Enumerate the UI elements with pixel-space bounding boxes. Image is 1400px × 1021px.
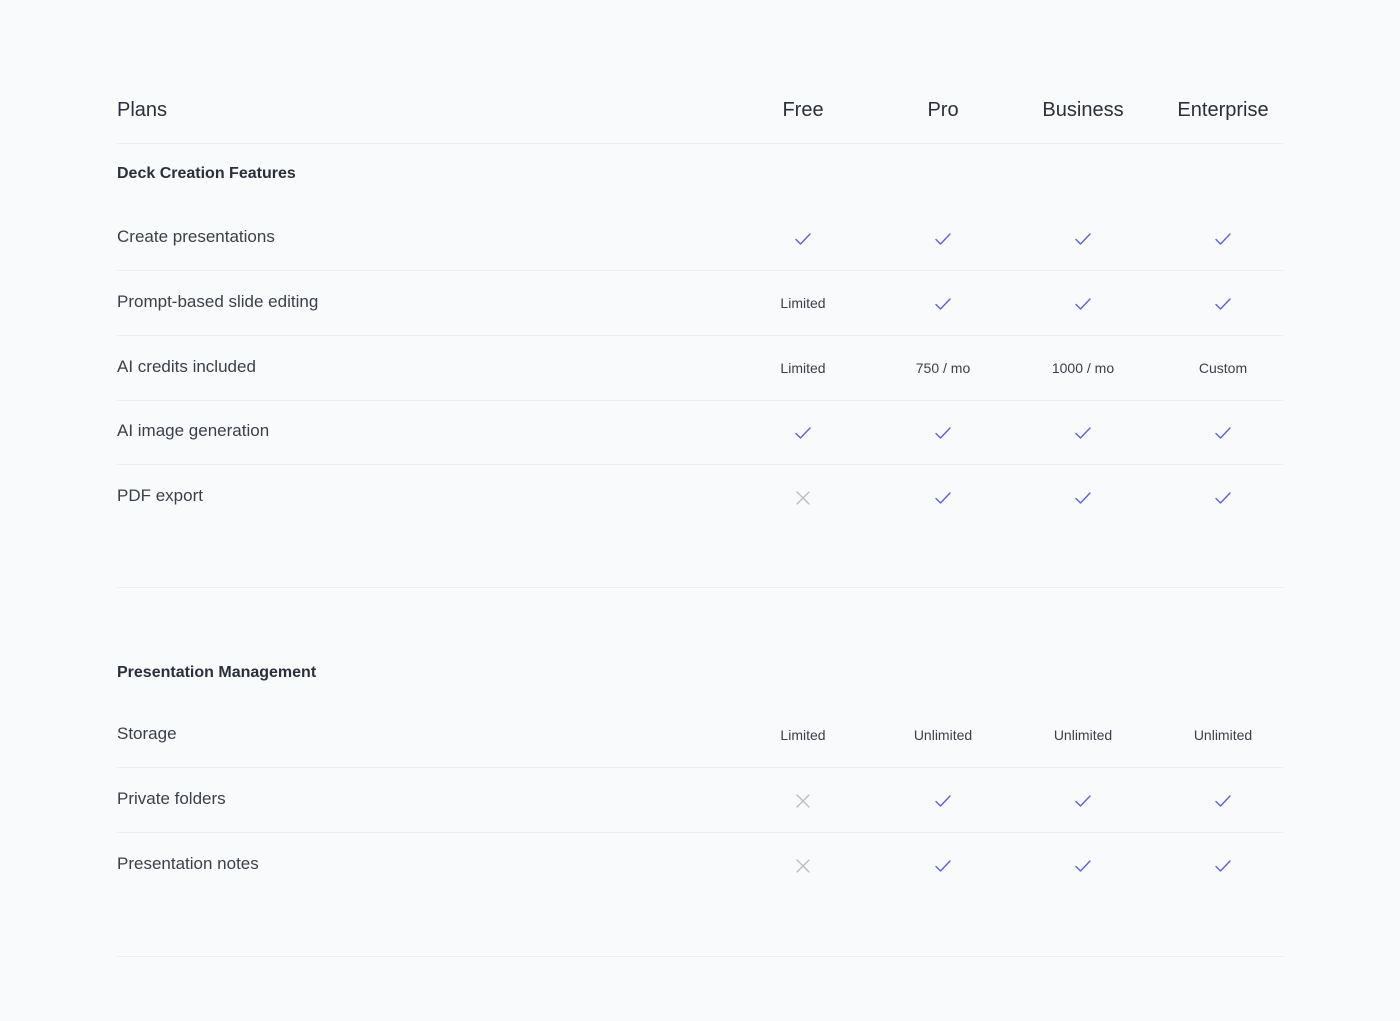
feature-label: Prompt-based slide editing	[117, 292, 319, 311]
check-icon	[1075, 795, 1091, 807]
plan-cell-enterprise: Unlimited	[1193, 727, 1253, 743]
section-title-presentation-management: Presentation Management	[117, 664, 317, 681]
plan-cell-free	[733, 486, 873, 508]
check-icon	[1215, 233, 1231, 245]
section-divider	[117, 587, 1284, 588]
feature-row: Private folders	[117, 767, 1284, 833]
plan-cell-enterprise: Custom	[1198, 360, 1248, 376]
check-icon	[1215, 795, 1231, 807]
feature-row: Presentation notes	[117, 832, 1284, 897]
check-icon	[1075, 298, 1091, 310]
plan-cell-business	[1013, 854, 1153, 876]
plan-header-pro: Pro	[927, 99, 959, 121]
plan-cell-business	[1013, 789, 1153, 811]
cross-icon	[796, 794, 810, 808]
feature-row: PDF export	[117, 464, 1284, 529]
check-icon	[935, 860, 951, 872]
plan-cell-free	[733, 789, 873, 811]
check-icon	[1215, 860, 1231, 872]
plan-cell-business: Unlimited	[1053, 727, 1113, 743]
feature-label: Storage	[117, 724, 177, 743]
check-icon	[1215, 298, 1231, 310]
plan-cell-pro	[873, 486, 1013, 508]
feature-label: Create presentations	[117, 227, 275, 246]
pricing-comparison-page: Plans Free Pro Business Enterprise Deck …	[0, 0, 1400, 1021]
plan-header-business: Business	[1042, 99, 1124, 121]
plan-cell-free	[733, 227, 873, 249]
plan-cell-free: Limited	[780, 295, 826, 311]
plan-cell-enterprise	[1153, 227, 1293, 249]
section-title-deck-creation: Deck Creation Features	[117, 165, 296, 182]
plan-cell-free: Limited	[780, 727, 826, 743]
plan-cell-pro	[873, 854, 1013, 876]
plan-header-enterprise: Enterprise	[1177, 99, 1269, 121]
section-divider	[117, 956, 1284, 957]
feature-label: Private folders	[117, 789, 226, 808]
check-icon	[935, 795, 951, 807]
plan-cell-business	[1013, 421, 1153, 443]
feature-label: AI credits included	[117, 357, 256, 376]
feature-row: AI credits included Limited 750 / mo 100…	[117, 335, 1284, 401]
check-icon	[1075, 233, 1091, 245]
plans-label: Plans	[117, 99, 168, 121]
check-icon	[795, 233, 811, 245]
plan-cell-pro	[873, 421, 1013, 443]
plan-cell-pro	[873, 227, 1013, 249]
plan-cell-free: Limited	[780, 360, 826, 376]
plans-header-row: Plans Free Pro Business Enterprise	[117, 83, 1284, 144]
feature-label: AI image generation	[117, 421, 270, 440]
plan-cell-pro	[873, 292, 1013, 314]
plan-cell-enterprise	[1153, 292, 1293, 314]
check-icon	[1215, 492, 1231, 504]
plan-cell-enterprise	[1153, 421, 1293, 443]
check-icon	[935, 298, 951, 310]
check-icon	[935, 233, 951, 245]
feature-label: Presentation notes	[117, 854, 259, 873]
plan-cell-free	[733, 854, 873, 876]
cross-icon	[796, 859, 810, 873]
feature-label: PDF export	[117, 486, 203, 505]
plan-header-free: Free	[782, 99, 824, 121]
cross-icon	[796, 491, 810, 505]
plan-cell-enterprise	[1153, 486, 1293, 508]
plan-cell-pro: 750 / mo	[915, 360, 971, 376]
check-icon	[795, 427, 811, 439]
plan-cell-enterprise	[1153, 789, 1293, 811]
check-icon	[1075, 427, 1091, 439]
feature-row: Prompt-based slide editing Limited	[117, 270, 1284, 336]
plan-cell-business	[1013, 292, 1153, 314]
check-icon	[935, 427, 951, 439]
feature-row: Create presentations	[117, 205, 1284, 271]
plan-cell-pro	[873, 789, 1013, 811]
plan-cell-business	[1013, 486, 1153, 508]
plan-cell-business: 1000 / mo	[1051, 360, 1115, 376]
plan-cell-free	[733, 421, 873, 443]
plan-cell-pro: Unlimited	[913, 727, 973, 743]
plan-cell-enterprise	[1153, 854, 1293, 876]
check-icon	[1075, 860, 1091, 872]
feature-row: Storage Limited Unlimited Unlimited Unli…	[117, 702, 1284, 768]
feature-row: AI image generation	[117, 399, 1284, 465]
plan-cell-business	[1013, 227, 1153, 249]
check-icon	[1075, 492, 1091, 504]
check-icon	[935, 492, 951, 504]
check-icon	[1215, 427, 1231, 439]
